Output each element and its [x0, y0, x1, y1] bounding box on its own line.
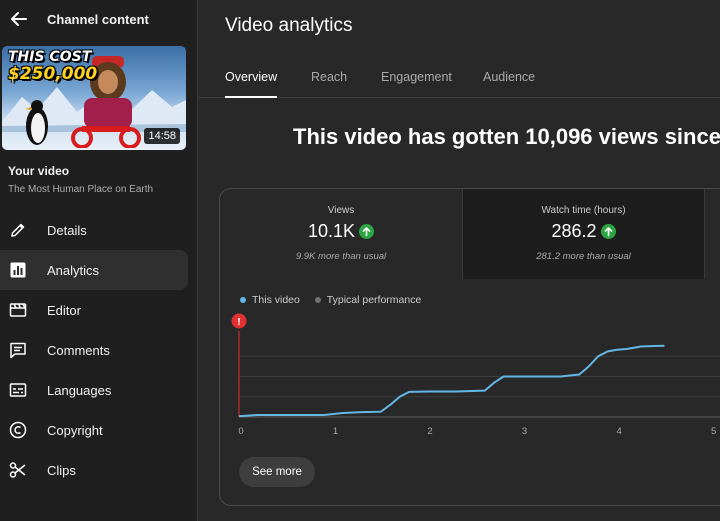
chart-x-tick-label: 0	[238, 426, 243, 437]
clapperboard-icon	[9, 303, 27, 317]
trend-up-icon	[359, 224, 375, 239]
sidebar-item-label: Editor	[47, 303, 81, 318]
metric-comparison: 9.9K more than usual	[295, 251, 387, 262]
chart-legend: This video Typical performance	[240, 294, 433, 306]
subtitles-icon	[9, 383, 27, 397]
tab-reach[interactable]: Reach	[311, 70, 347, 98]
legend-dot	[314, 297, 321, 304]
views-headline: This video has gotten 10,096 views since…	[293, 124, 720, 149]
tab-audience[interactable]: Audience	[483, 70, 535, 98]
metric-label: Views	[327, 205, 355, 216]
legend-typical-performance[interactable]: Typical performance	[314, 294, 422, 306]
legend-this-video[interactable]: This video	[240, 294, 300, 306]
tab-engagement[interactable]: Engagement	[381, 70, 452, 98]
metric-watch-time[interactable]: Watch time (hours) 286.2 281.2 more than…	[462, 189, 704, 279]
thumbnail-text-line1: THIS COST	[8, 49, 92, 65]
trend-up-icon	[600, 224, 616, 239]
copyright-icon	[9, 421, 27, 439]
sidebar-item-languages[interactable]: Languages	[0, 370, 188, 410]
tab-overview[interactable]: Overview	[225, 70, 278, 98]
metric-value: 286.2	[551, 221, 597, 241]
sidebar-header: Channel content	[0, 0, 198, 40]
your-video-label: Your video	[8, 164, 70, 178]
back-arrow-icon[interactable]	[8, 8, 30, 30]
chart-x-tick-label: 2	[427, 426, 432, 437]
thumbnail-caption: THIS COST $250,000	[8, 49, 98, 84]
chart-x-tick-label: 1	[333, 426, 338, 437]
video-duration-badge: 14:58	[144, 128, 180, 144]
page-title: Video analytics	[225, 15, 353, 36]
sidebar-item-details[interactable]: Details	[0, 210, 188, 250]
sidebar-item-label: Languages	[47, 383, 112, 398]
sidebar-item-label: Details	[47, 223, 87, 238]
video-title: The Most Human Place on Earth	[8, 184, 154, 195]
legend-label: Typical performance	[326, 294, 422, 306]
legend-label: This video	[252, 294, 300, 306]
video-thumbnail[interactable]: THIS COST $250,000 14:58	[2, 46, 186, 150]
chart-x-tick-label: 4	[616, 426, 621, 437]
metric-comparison: 281.2 more than usual	[536, 251, 631, 262]
overview-card: Views 10.1K 9.9K more than usual Watch t…	[219, 188, 720, 506]
metric-value: 10.1K	[307, 221, 356, 241]
legend-dot	[240, 297, 246, 304]
sidebar-item-label: Comments	[47, 343, 110, 358]
sidebar-item-clips[interactable]: Clips	[0, 450, 188, 490]
metric-value-row: 10.1K	[220, 221, 462, 242]
metric-views[interactable]: Views 10.1K 9.9K more than usual	[220, 189, 462, 279]
sidebar-item-label: Clips	[47, 463, 76, 478]
penguin-icon	[25, 100, 48, 145]
scissors-icon	[9, 462, 26, 478]
main-panel: Video analytics Overview Reach Engagemen…	[199, 0, 720, 521]
pencil-icon	[11, 223, 25, 237]
metric-value-row: 286.2	[463, 221, 704, 242]
chart-x-tick-label: 5	[711, 426, 716, 437]
metric-next-partial[interactable]	[704, 189, 720, 279]
see-more-button[interactable]: See more	[239, 457, 315, 487]
analytics-icon	[10, 262, 26, 278]
sidebar: Channel content THIS COST $250,000 14:58	[0, 0, 198, 521]
thumbnail-text-line2: $250,000	[8, 64, 98, 84]
sidebar-item-analytics[interactable]: Analytics	[0, 250, 188, 290]
views-line-chart[interactable]: ! 0 1 2 3 4 5	[228, 309, 720, 439]
comment-icon	[10, 342, 26, 359]
chart-alert-glyph: !	[237, 317, 240, 328]
sidebar-item-label: Analytics	[47, 263, 100, 278]
channel-content-title: Channel content	[47, 12, 149, 27]
analytics-tabs: Overview Reach Engagement Audience	[199, 56, 720, 98]
metric-label: Watch time (hours)	[541, 205, 626, 216]
sidebar-item-copyright[interactable]: Copyright	[0, 410, 188, 450]
sidebar-item-comments[interactable]: Comments	[0, 330, 188, 370]
sidebar-item-editor[interactable]: Editor	[0, 290, 188, 330]
chart-x-tick-label: 3	[522, 426, 527, 437]
sidebar-item-label: Copyright	[47, 423, 103, 438]
